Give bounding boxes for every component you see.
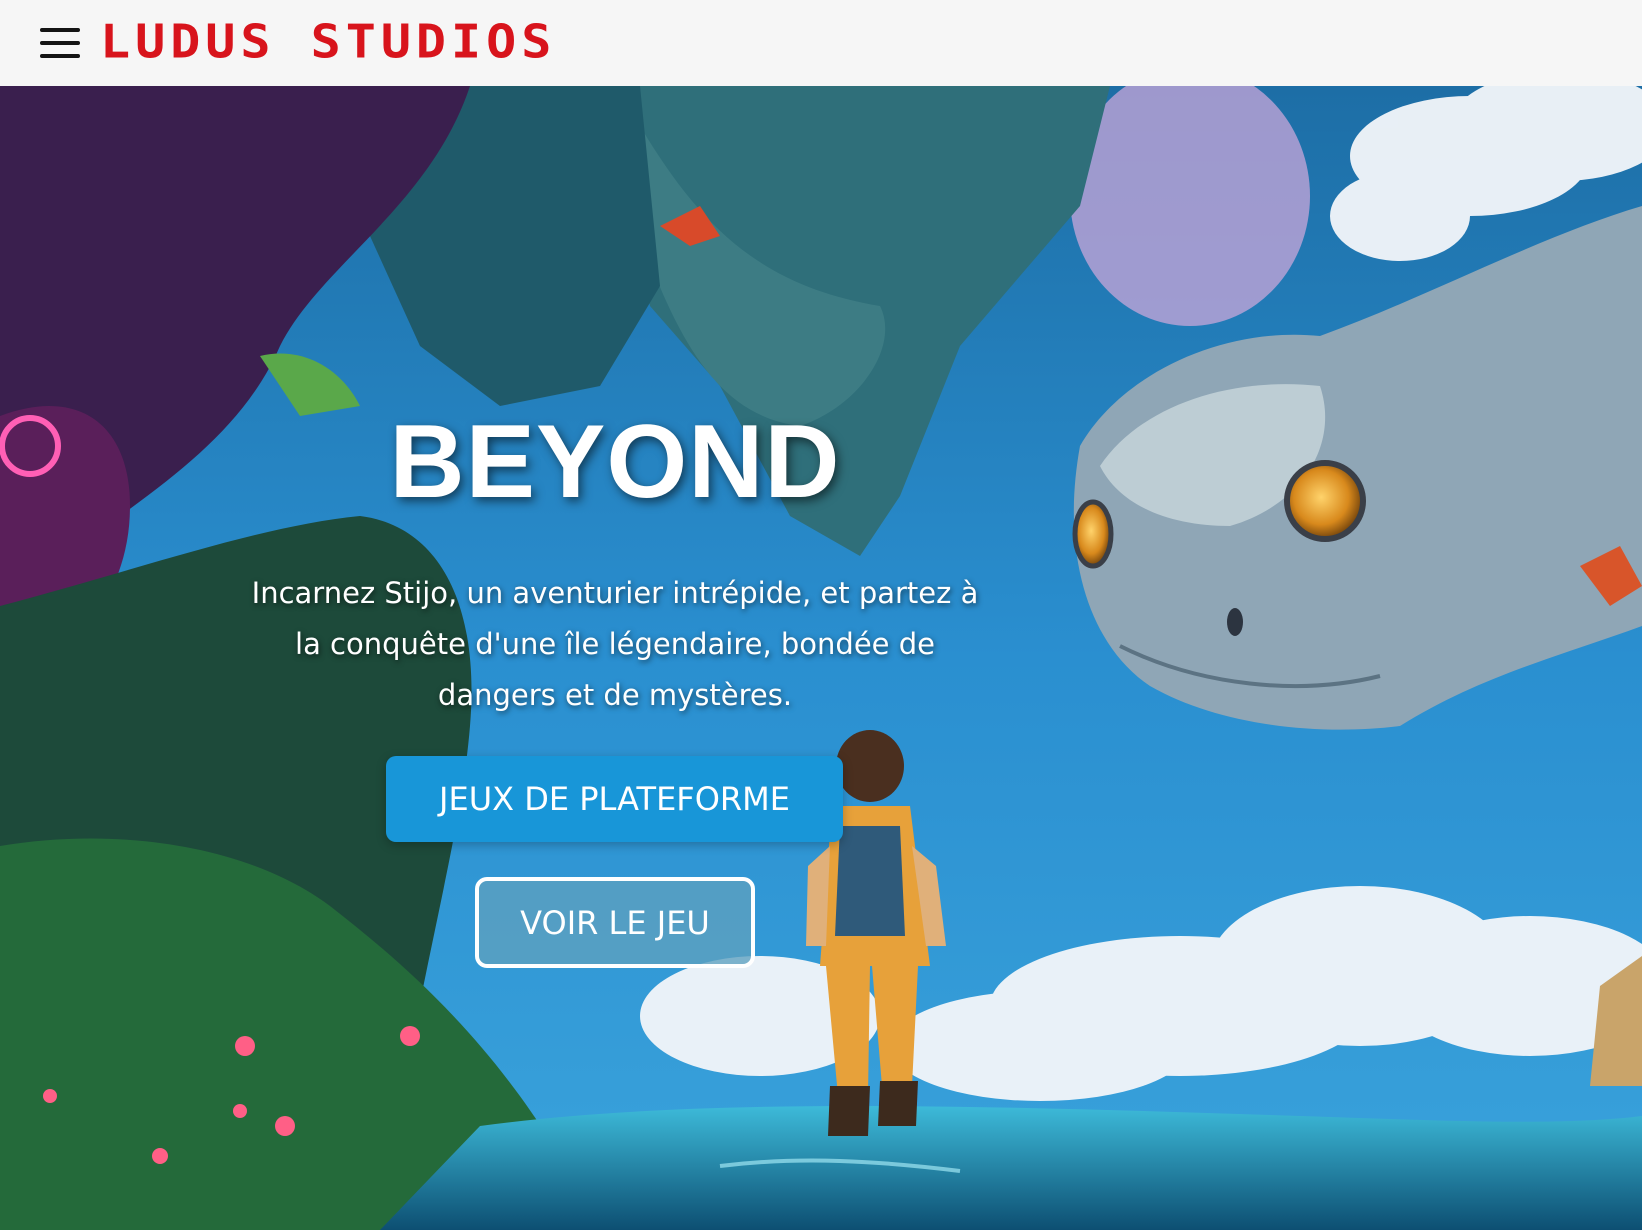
hero-title: BEYOND bbox=[389, 404, 841, 520]
site-logo[interactable]: LUDUS STUDIOS bbox=[100, 16, 556, 68]
menu-bar bbox=[40, 28, 80, 32]
hero-description: Incarnez Stijo, un aventurier intrépide,… bbox=[251, 576, 979, 712]
menu-bar bbox=[40, 41, 80, 45]
platform-games-button[interactable]: JEUX DE PLATEFORME bbox=[386, 756, 843, 842]
site-header: LUDUS STUDIOS bbox=[0, 0, 1642, 86]
hero-content: BEYOND Incarnez Stijo, un aventurier int… bbox=[0, 86, 1642, 1230]
hero-section: BEYOND Incarnez Stijo, un aventurier int… bbox=[0, 86, 1642, 1230]
menu-bar bbox=[40, 54, 80, 58]
see-game-button[interactable]: VOIR LE JEU bbox=[475, 877, 755, 968]
hamburger-menu-icon[interactable] bbox=[40, 28, 80, 58]
